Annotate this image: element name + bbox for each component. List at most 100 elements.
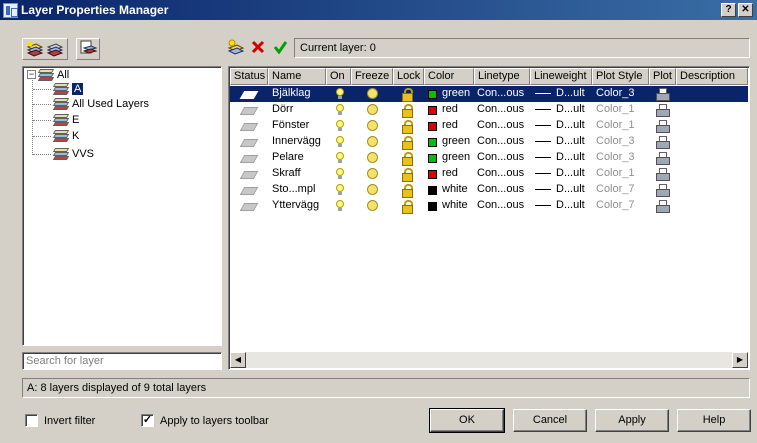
layer-lineweight[interactable]: D...ult	[556, 167, 585, 179]
layer-status-icon[interactable]	[242, 171, 254, 177]
layer-status-icon[interactable]	[242, 155, 254, 161]
color-swatch[interactable]	[428, 170, 437, 179]
color-swatch[interactable]	[428, 106, 437, 115]
sun-icon[interactable]	[367, 168, 378, 179]
search-layer-input[interactable]: Search for layer	[22, 352, 222, 370]
layer-linetype[interactable]: Con...ous	[477, 199, 524, 211]
scroll-right-icon[interactable]: ▶	[732, 352, 748, 368]
layer-row[interactable]: Fönster red Con...ous D...ult Color_1	[230, 118, 748, 134]
layer-color[interactable]: red	[442, 167, 458, 179]
light-bulb-icon[interactable]	[336, 88, 344, 100]
col-header-plotstyle[interactable]: Plot Style	[592, 68, 649, 85]
layer-linetype[interactable]: Con...ous	[477, 167, 524, 179]
light-bulb-icon[interactable]	[336, 136, 344, 148]
sun-icon[interactable]	[367, 152, 378, 163]
layer-row[interactable]: Dörr red Con...ous D...ult Color_1	[230, 102, 748, 118]
new-property-filter-icon[interactable]	[26, 41, 44, 57]
unlock-icon[interactable]	[402, 184, 413, 198]
layer-row[interactable]: Yttervägg white Con...ous D...ult Color_7	[230, 198, 748, 214]
layer-status-icon[interactable]	[242, 187, 254, 193]
sun-icon[interactable]	[367, 200, 378, 211]
layer-status-icon[interactable]	[242, 139, 254, 145]
tree-item-all-used-layers[interactable]: All Used Layers	[52, 96, 149, 111]
printer-icon[interactable]	[656, 200, 670, 213]
layer-name[interactable]: Bjälklag	[272, 87, 311, 99]
unlock-icon[interactable]	[402, 120, 413, 134]
layer-status-icon[interactable]	[242, 91, 254, 97]
layer-color[interactable]: green	[442, 135, 470, 147]
color-swatch[interactable]	[428, 138, 437, 147]
sun-icon[interactable]	[367, 120, 378, 131]
layer-lineweight[interactable]: D...ult	[556, 199, 585, 211]
invert-filter-box[interactable]	[25, 414, 38, 427]
cancel-button[interactable]: Cancel	[513, 409, 587, 432]
close-button[interactable]: ✕	[738, 3, 753, 17]
col-header-color[interactable]: Color	[424, 68, 474, 85]
printer-icon[interactable]	[656, 88, 670, 101]
layer-lineweight[interactable]: D...ult	[556, 103, 585, 115]
layer-row[interactable]: Skraff red Con...ous D...ult Color_1	[230, 166, 748, 182]
layer-name[interactable]: Pelare	[272, 151, 304, 163]
printer-icon[interactable]	[656, 120, 670, 133]
unlock-icon[interactable]	[402, 168, 413, 182]
apply-toolbar-checkbox[interactable]: ✓ Apply to layers toolbar	[141, 414, 269, 427]
col-header-lock[interactable]: Lock	[393, 68, 424, 85]
layer-status-icon[interactable]	[242, 123, 254, 129]
layer-row[interactable]: Innervägg green Con...ous D...ult Color_3	[230, 134, 748, 150]
light-bulb-icon[interactable]	[336, 104, 344, 116]
layer-lineweight[interactable]: D...ult	[556, 119, 585, 131]
layer-color[interactable]: white	[442, 199, 468, 211]
new-layer-button[interactable]	[226, 38, 246, 58]
layer-color[interactable]: red	[442, 103, 458, 115]
collapse-icon[interactable]: −	[27, 70, 36, 79]
unlock-icon[interactable]	[402, 88, 413, 102]
light-bulb-icon[interactable]	[336, 184, 344, 196]
layer-linetype[interactable]: Con...ous	[477, 183, 524, 195]
set-current-button[interactable]	[270, 38, 290, 58]
col-header-name[interactable]: Name	[268, 68, 326, 85]
layer-name[interactable]: Innervägg	[272, 135, 321, 147]
col-header-freeze[interactable]: Freeze	[351, 68, 393, 85]
printer-icon[interactable]	[656, 104, 670, 117]
tree-root[interactable]: − All	[27, 67, 69, 82]
col-header-linetype[interactable]: Linetype	[474, 68, 530, 85]
printer-icon[interactable]	[656, 168, 670, 181]
layer-color[interactable]: green	[442, 87, 470, 99]
col-header-status[interactable]: Status	[230, 68, 268, 85]
layer-lineweight[interactable]: D...ult	[556, 151, 585, 163]
layer-linetype[interactable]: Con...ous	[477, 103, 524, 115]
unlock-icon[interactable]	[402, 200, 413, 214]
color-swatch[interactable]	[428, 154, 437, 163]
light-bulb-icon[interactable]	[336, 120, 344, 132]
light-bulb-icon[interactable]	[336, 168, 344, 180]
help-button[interactable]: Help	[677, 409, 751, 432]
layer-color[interactable]: red	[442, 119, 458, 131]
printer-icon[interactable]	[656, 136, 670, 149]
layer-states-manager-button[interactable]	[76, 38, 100, 60]
delete-layer-button[interactable]	[248, 38, 268, 58]
layer-name[interactable]: Fönster	[272, 119, 309, 131]
layer-lineweight[interactable]: D...ult	[556, 87, 585, 99]
unlock-icon[interactable]	[402, 152, 413, 166]
layer-color[interactable]: white	[442, 183, 468, 195]
layer-name[interactable]: Yttervägg	[272, 199, 319, 211]
layer-color[interactable]: green	[442, 151, 470, 163]
color-swatch[interactable]	[428, 122, 437, 131]
layer-row[interactable]: Pelare green Con...ous D...ult Color_3	[230, 150, 748, 166]
new-group-filter-icon[interactable]	[46, 41, 64, 57]
color-swatch[interactable]	[428, 186, 437, 195]
printer-icon[interactable]	[656, 152, 670, 165]
layer-status-icon[interactable]	[242, 107, 254, 113]
light-bulb-icon[interactable]	[336, 200, 344, 212]
apply-toolbar-box[interactable]: ✓	[141, 414, 154, 427]
col-header-lineweight[interactable]: Lineweight	[530, 68, 592, 85]
layer-name[interactable]: Sto...mpl	[272, 183, 315, 195]
unlock-icon[interactable]	[402, 136, 413, 150]
sun-icon[interactable]	[367, 88, 378, 99]
layer-linetype[interactable]: Con...ous	[477, 119, 524, 131]
layer-linetype[interactable]: Con...ous	[477, 135, 524, 147]
col-header-plot[interactable]: Plot	[649, 68, 676, 85]
color-swatch[interactable]	[428, 202, 437, 211]
scroll-left-icon[interactable]: ◀	[230, 352, 246, 368]
layer-status-icon[interactable]	[242, 203, 254, 209]
